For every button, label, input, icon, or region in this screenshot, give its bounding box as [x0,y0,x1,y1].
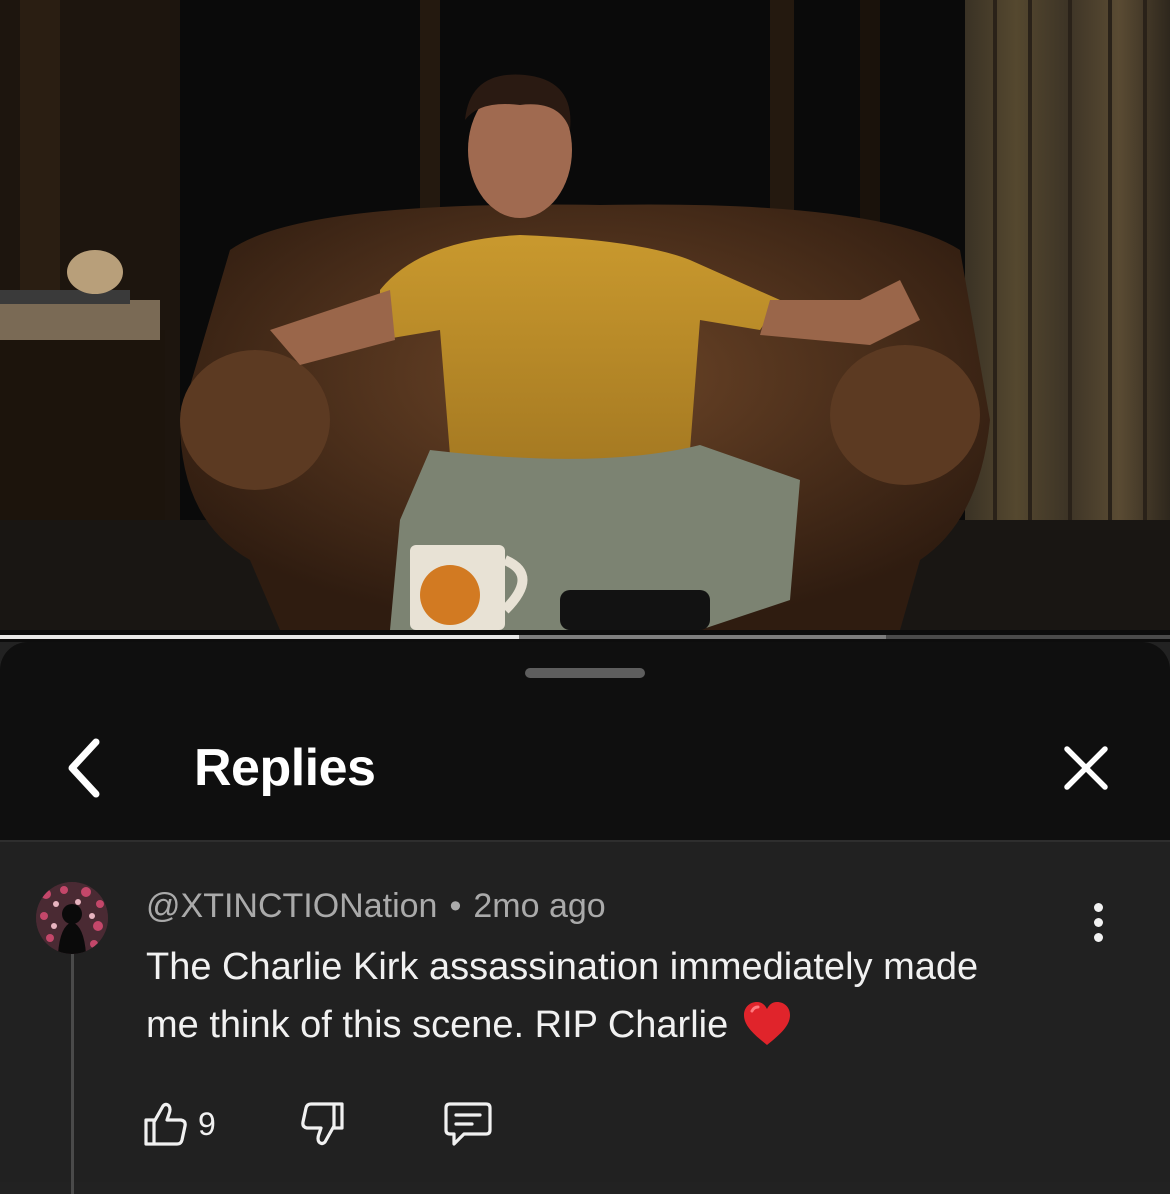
sheet-title: Replies [194,739,376,797]
close-button[interactable] [1050,732,1122,804]
progress-played [0,635,519,639]
author-name[interactable]: @XTINCTIONation [146,887,437,925]
thumbs-up-icon [144,1102,187,1146]
comment-text: The Charlie Kirk assassination immediate… [146,938,1026,1064]
avatar[interactable] [36,882,108,954]
comment-item: @XTINCTIONation • 2mo ago The Charlie Kirk… [0,842,1170,1194]
dislike-button[interactable] [298,1100,346,1148]
comment-actions: 9 [142,1096,494,1152]
replies-sheet: Replies @XTINCTIONation • 2mo ago The Ch… [0,642,1170,1194]
video-frame-image [0,0,1170,630]
more-options-button[interactable] [1074,894,1122,950]
like-count: 9 [198,1105,216,1142]
close-icon [1064,746,1108,790]
thread-line [71,954,74,1194]
more-vertical-icon-dot [1093,932,1103,942]
heart-icon [744,1002,791,1045]
video-player[interactable] [0,0,1170,630]
more-vertical-icon-dot [1093,917,1103,927]
comment-time: 2mo ago [473,887,606,925]
comment-meta: @XTINCTIONation • 2mo ago [146,884,606,928]
meta-separator: • [449,887,462,925]
thumbs-down-icon [301,1102,344,1146]
video-progress-bar[interactable] [0,630,1170,642]
sheet-header: Replies [0,642,1170,840]
heart-emoji [742,1001,792,1064]
more-vertical-icon [1093,902,1103,912]
like-button[interactable]: 9 [142,1100,216,1148]
comment-body: The Charlie Kirk assassination immediate… [146,946,979,1046]
back-button[interactable] [48,732,120,804]
reply-comment-icon [444,1102,492,1146]
chevron-left-icon [68,738,100,798]
avatar-image [36,882,108,954]
reply-button[interactable] [442,1100,494,1148]
